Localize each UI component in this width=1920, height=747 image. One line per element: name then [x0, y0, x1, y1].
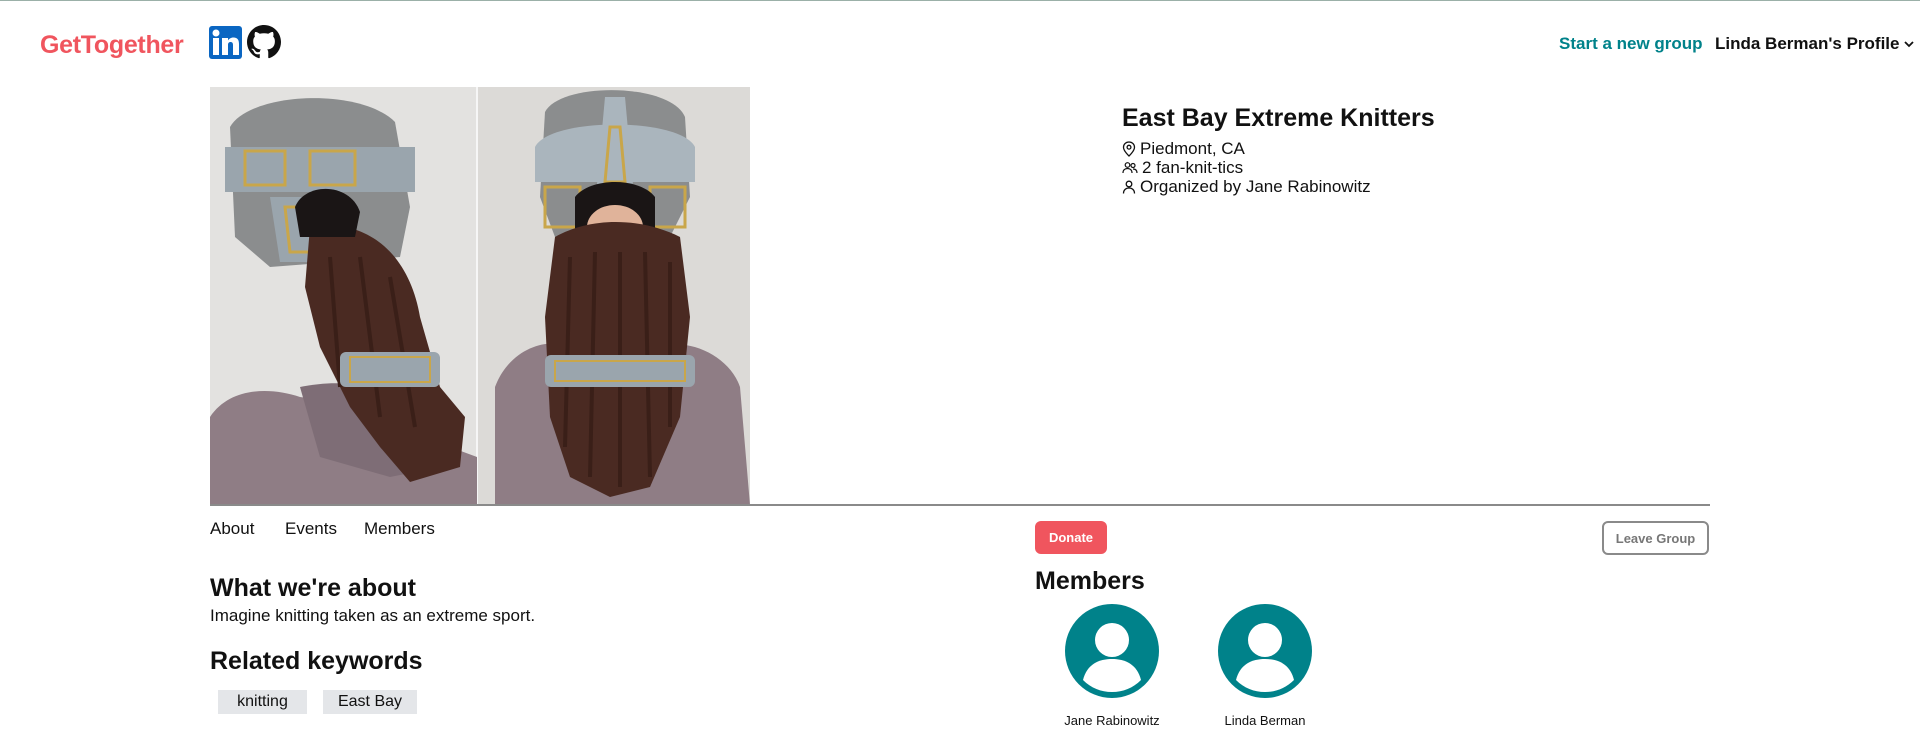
avatar[interactable]: [1065, 604, 1159, 698]
tab-members[interactable]: Members: [364, 519, 435, 539]
member-name[interactable]: Jane Rabinowitz: [1032, 713, 1192, 728]
github-icon[interactable]: [247, 25, 281, 59]
user-icon: [1122, 180, 1136, 194]
member-name[interactable]: Linda Berman: [1185, 713, 1345, 728]
tab-about[interactable]: About: [210, 519, 254, 539]
group-location: Piedmont, CA: [1122, 139, 1245, 159]
chevron-down-icon: [1904, 41, 1915, 48]
keywords-heading: Related keywords: [210, 647, 423, 675]
user-avatar-icon: [1236, 623, 1294, 692]
group-location-text: Piedmont, CA: [1140, 139, 1245, 158]
donate-button[interactable]: Donate: [1035, 521, 1107, 554]
user-avatar-icon: [1083, 623, 1141, 692]
group-cover-image: [210, 87, 750, 505]
users-icon: [1122, 162, 1138, 174]
hero-divider: [210, 504, 1710, 506]
tab-events[interactable]: Events: [285, 519, 337, 539]
profile-label: Linda Berman's Profile: [1715, 34, 1900, 53]
map-pin-icon: [1122, 141, 1136, 157]
about-text: Imagine knitting taken as an extreme spo…: [210, 606, 536, 625]
group-title: East Bay Extreme Knitters: [1122, 104, 1435, 132]
group-member-count: 2 fan-knit-tics: [1122, 158, 1243, 178]
site-logo[interactable]: GetTogether: [40, 31, 184, 60]
profile-menu[interactable]: Linda Berman's Profile: [1715, 34, 1915, 54]
start-new-group-link[interactable]: Start a new group: [1559, 34, 1703, 54]
group-organizer-text: Organized by Jane Rabinowitz: [1140, 177, 1371, 196]
about-heading: What we're about: [210, 574, 416, 602]
members-heading: Members: [1035, 567, 1145, 595]
group-organizer: Organized by Jane Rabinowitz: [1122, 177, 1371, 197]
leave-group-button[interactable]: Leave Group: [1602, 521, 1709, 555]
group-member-count-text: 2 fan-knit-tics: [1142, 158, 1244, 177]
keyword-tag[interactable]: East Bay: [323, 690, 417, 714]
linkedin-icon[interactable]: [209, 26, 242, 59]
keyword-tag[interactable]: knitting: [218, 690, 307, 714]
avatar[interactable]: [1218, 604, 1312, 698]
